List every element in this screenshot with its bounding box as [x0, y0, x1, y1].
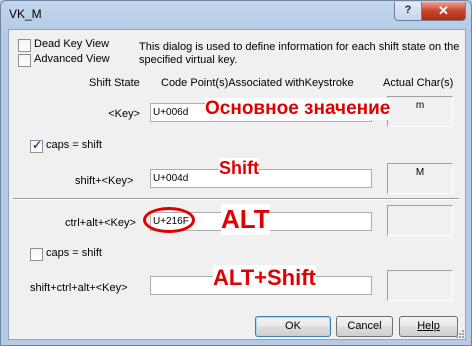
header-code-points: Code Point(s)Associated withKeystroke — [161, 77, 354, 89]
key-actual-char: m — [387, 96, 453, 127]
header-shift-state: Shift State — [89, 77, 140, 89]
ctrl-alt-key-label: ctrl+alt+<Key> — [65, 217, 136, 229]
title-bar[interactable]: VK_M ? ✕ — [1, 1, 471, 29]
shift-key-label: shift+<Key> — [75, 175, 134, 187]
help-button[interactable]: Help — [399, 316, 458, 337]
caps-shift-label-1: caps = shift — [46, 139, 102, 151]
dead-key-view-checkbox[interactable] — [18, 39, 31, 52]
shift-key-code-input[interactable]: U+004d — [150, 169, 372, 188]
dialog-body: Dead Key View Advanced View This dialog … — [8, 29, 466, 340]
separator — [13, 198, 459, 200]
dialog-window: VK_M ? ✕ Dead Key View Advanced View Thi… — [0, 0, 472, 346]
dialog-description: This dialog is used to define informatio… — [139, 41, 460, 66]
title-help-button[interactable]: ? — [394, 2, 422, 21]
header-actual-chars: Actual Char(s) — [383, 77, 454, 89]
help-button-label: Help — [417, 320, 440, 332]
shift-ctrl-alt-key-actual-char — [387, 270, 453, 301]
shift-key-annotation: Shift — [219, 158, 259, 179]
caps-shift-checkbox-1[interactable] — [30, 138, 43, 153]
advanced-view-checkbox[interactable] — [18, 54, 31, 67]
ok-button[interactable]: OK — [255, 316, 331, 337]
highlight-circle — [143, 207, 195, 233]
caps-shift-checkbox-2[interactable] — [30, 248, 43, 261]
shift-ctrl-alt-key-label: shift+ctrl+alt+<Key> — [30, 282, 128, 294]
caps-shift-label-2: caps = shift — [46, 247, 102, 259]
key-annotation: Основное значение — [205, 98, 391, 120]
cancel-button[interactable]: Cancel — [336, 316, 393, 337]
resize-grip-icon[interactable] — [454, 328, 464, 338]
close-button[interactable]: ✕ — [421, 2, 466, 21]
shift-key-actual-char: M — [387, 163, 453, 194]
ctrl-alt-key-annotation: ALT — [221, 204, 270, 235]
ctrl-alt-key-actual-char — [387, 205, 453, 236]
dead-key-view-label: Dead Key View — [34, 38, 110, 50]
window-title: VK_M — [9, 7, 42, 21]
advanced-view-label: Advanced View — [34, 53, 110, 65]
key-label: <Key> — [108, 108, 140, 120]
shift-ctrl-alt-key-annotation: ALT+Shift — [213, 265, 316, 291]
